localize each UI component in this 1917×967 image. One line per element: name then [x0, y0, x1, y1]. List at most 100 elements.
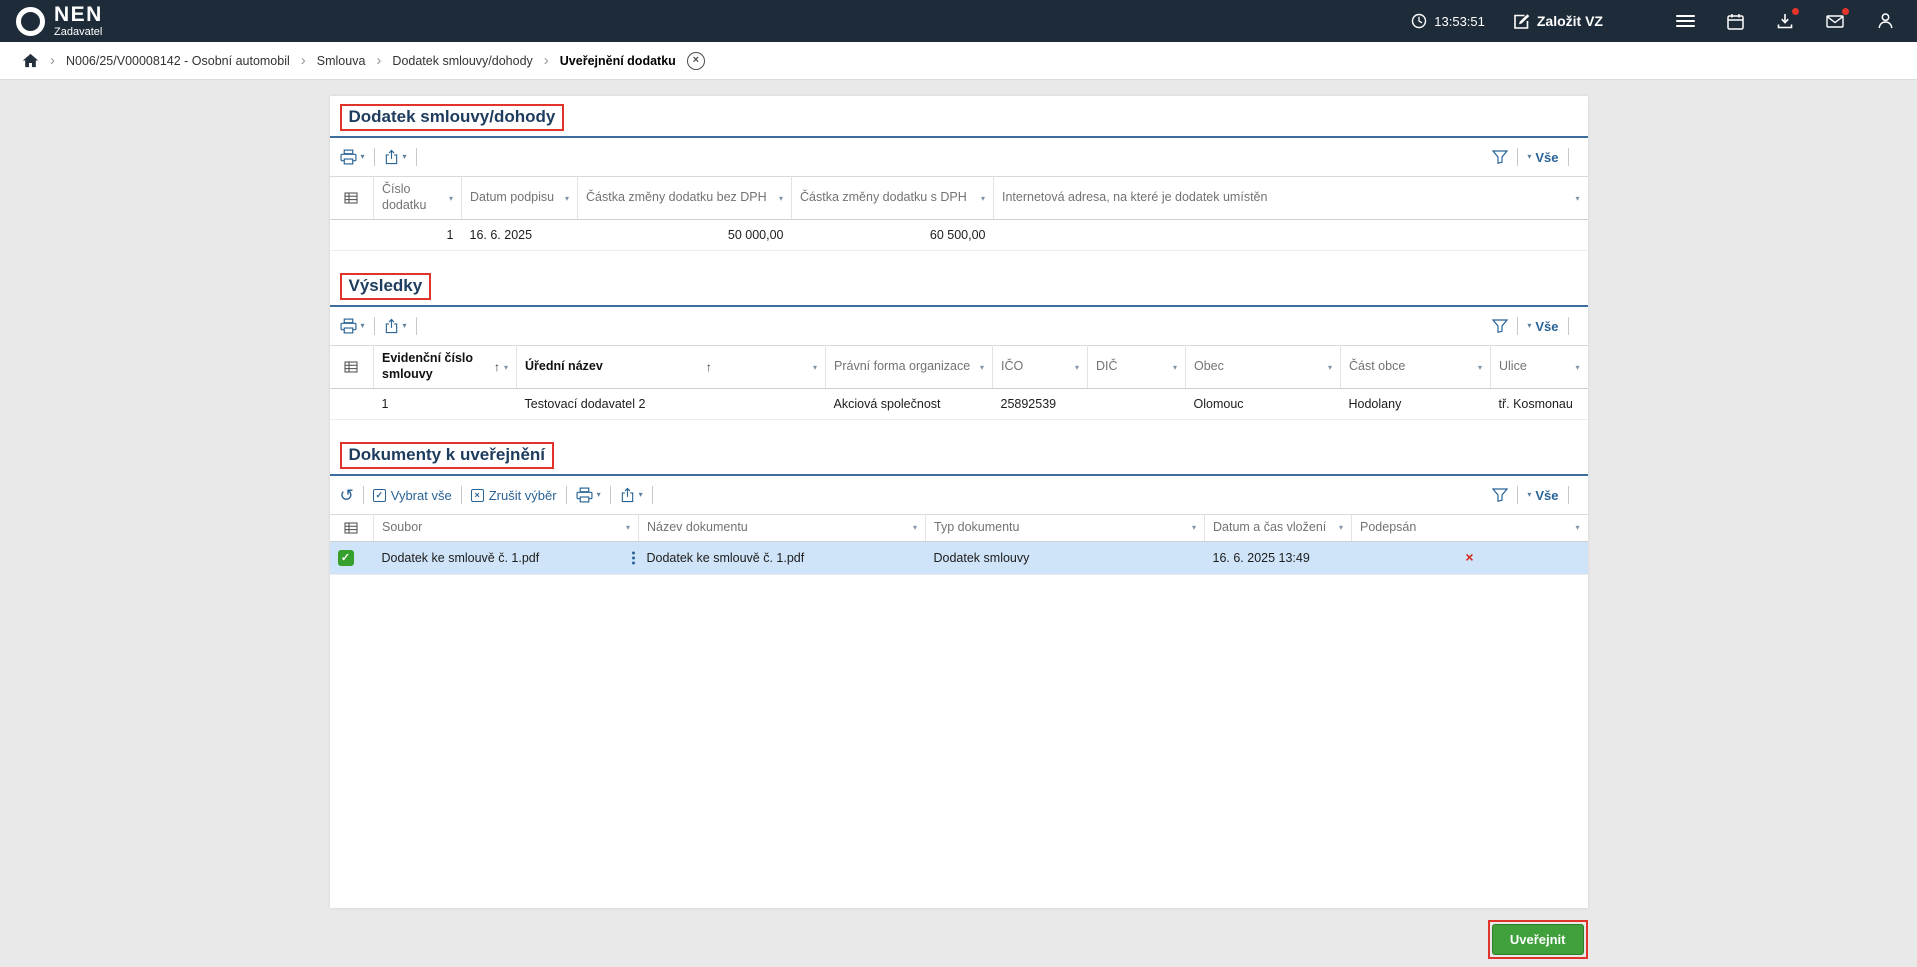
- highlight-box: Dodatek smlouvy/dohody: [340, 104, 565, 131]
- chevron-down-icon[interactable]: ▾: [403, 322, 407, 330]
- column-chooser[interactable]: [330, 515, 374, 542]
- filter-caret-icon[interactable]: ▾: [1192, 523, 1196, 532]
- view-all-label: Vše: [1535, 150, 1558, 165]
- column-header-internetova-adresa[interactable]: Internetová adresa, na které je dodatek …: [994, 177, 1588, 220]
- filter-caret-icon[interactable]: ▾: [626, 523, 630, 532]
- export-icon: [620, 487, 635, 503]
- column-chooser[interactable]: [330, 177, 374, 220]
- chevron-down-icon[interactable]: ▾: [403, 153, 407, 161]
- filter-button[interactable]: [1492, 488, 1508, 502]
- filter-caret-icon[interactable]: ▾: [1478, 363, 1482, 372]
- toolbar-separator: [416, 317, 417, 335]
- cell-internetova-adresa: [994, 220, 1588, 251]
- breadcrumb-item-dodatek[interactable]: Dodatek smlouvy/dohody: [392, 54, 532, 68]
- view-all-button[interactable]: ▾ Vše: [1527, 150, 1558, 165]
- print-button[interactable]: ▾: [340, 318, 365, 334]
- column-header-dic[interactable]: DIČ▾: [1088, 346, 1186, 389]
- breadcrumb-item-case[interactable]: N006/25/V00008142 - Osobní automobil: [66, 54, 290, 68]
- column-header-cast-obce[interactable]: Část obce▾: [1341, 346, 1491, 389]
- column-header-ulice[interactable]: Ulice▾: [1491, 346, 1588, 389]
- publish-button[interactable]: Uveřejnit: [1492, 924, 1584, 955]
- calendar-button[interactable]: [1723, 9, 1747, 33]
- dodatek-row[interactable]: 1 16. 6. 2025 50 000,00 60 500,00: [330, 220, 1588, 251]
- filter-caret-icon[interactable]: ▾: [779, 194, 783, 203]
- chevron-down-icon[interactable]: ▾: [597, 491, 601, 499]
- column-header-uredni-nazev[interactable]: Úřední název↑▾: [517, 346, 826, 389]
- filter-caret-icon[interactable]: ▾: [980, 363, 984, 372]
- print-button[interactable]: ▾: [576, 487, 601, 503]
- document-row[interactable]: ✓ Dodatek ke smlouvě č. 1.pdf Dodatek ke…: [330, 541, 1588, 574]
- chevron-down-icon[interactable]: ▾: [639, 491, 643, 499]
- filter-caret-icon[interactable]: ▾: [1075, 363, 1079, 372]
- filter-caret-icon[interactable]: ▾: [1173, 363, 1177, 372]
- column-header-nazev-dokumentu[interactable]: Název dokumentu▾: [639, 515, 926, 542]
- refresh-button[interactable]: ↺: [340, 487, 354, 504]
- column-header-cislo-dodatku[interactable]: Číslo dodatku▾: [374, 177, 462, 220]
- table-grid-icon: [344, 361, 358, 373]
- export-button[interactable]: ▾: [384, 149, 407, 165]
- column-header-soubor[interactable]: Soubor▾: [374, 515, 639, 542]
- filter-caret-icon[interactable]: ▾: [913, 523, 917, 532]
- downloads-button[interactable]: [1773, 9, 1797, 33]
- filter-caret-icon[interactable]: ▾: [1575, 363, 1579, 372]
- filter-caret-icon[interactable]: ▾: [1328, 363, 1332, 372]
- topbar-icon-group: [1673, 9, 1897, 33]
- toolbar-separator: [1517, 317, 1518, 335]
- export-button[interactable]: ▾: [620, 487, 643, 503]
- close-icon[interactable]: ×: [687, 52, 705, 70]
- highlight-box: Uveřejnit: [1488, 920, 1588, 959]
- menu-button[interactable]: [1673, 9, 1697, 33]
- column-header-datum-podpisu[interactable]: Datum podpisu▾: [462, 177, 578, 220]
- chevron-down-icon[interactable]: ▾: [361, 153, 365, 161]
- vysledky-row[interactable]: 1 Testovací dodavatel 2 Akciová společno…: [330, 389, 1588, 420]
- filter-button[interactable]: [1492, 150, 1508, 164]
- nen-logo[interactable]: NEN Zadavatel: [16, 4, 103, 38]
- row-checkbox-checked[interactable]: ✓: [338, 550, 354, 566]
- print-button[interactable]: ▾: [340, 149, 365, 165]
- dodatek-table: Číslo dodatku▾ Datum podpisu▾ Částka změ…: [330, 176, 1588, 251]
- filter-caret-icon[interactable]: ▾: [1575, 194, 1579, 203]
- messages-button[interactable]: [1823, 9, 1847, 33]
- export-button[interactable]: ▾: [384, 318, 407, 334]
- column-header-typ-dokumentu[interactable]: Typ dokumentu▾: [926, 515, 1205, 542]
- view-all-button[interactable]: ▾ Vše: [1527, 488, 1558, 503]
- breadcrumb-item-smlouva[interactable]: Smlouva: [317, 54, 366, 68]
- cell-soubor: Dodatek ke smlouvě č. 1.pdf: [382, 551, 540, 565]
- filter-caret-icon[interactable]: ▾: [1339, 523, 1343, 532]
- filter-caret-icon[interactable]: ▾: [449, 194, 453, 203]
- home-icon[interactable]: [22, 53, 39, 68]
- column-header-castka-bez-dph[interactable]: Částka změny dodatku bez DPH▾: [578, 177, 792, 220]
- section-title-dokumenty: Dokumenty k uveřejnění: [349, 445, 546, 464]
- column-header-pravni-forma[interactable]: Právní forma organizace▾: [826, 346, 993, 389]
- filter-caret-icon[interactable]: ▾: [1575, 523, 1579, 532]
- filter-caret-icon[interactable]: ▾: [813, 363, 817, 372]
- user-button[interactable]: [1873, 9, 1897, 33]
- column-chooser[interactable]: [330, 346, 374, 389]
- filter-caret-icon[interactable]: ▾: [504, 363, 508, 372]
- select-all-button[interactable]: ✓ Vybrat vše: [373, 488, 452, 503]
- column-header-datum-vlozeni[interactable]: Datum a čas vložení▾: [1205, 515, 1352, 542]
- toolbar-separator: [363, 486, 364, 504]
- column-header-evidencni-cislo[interactable]: Evidenční číslo smlouvy↑▾: [374, 346, 517, 389]
- column-header-podepsan[interactable]: Podepsán▾: [1352, 515, 1588, 542]
- vysledky-toolbar: ▾ ▾ ▾ Vše: [330, 307, 1588, 345]
- downloads-badge: [1792, 8, 1799, 15]
- filter-button[interactable]: [1492, 319, 1508, 333]
- view-all-button[interactable]: ▾ Vše: [1527, 319, 1558, 334]
- cell-cislo-dodatku: 1: [374, 220, 462, 251]
- chevron-down-icon[interactable]: ▾: [361, 322, 365, 330]
- create-vz-button[interactable]: Založit VZ: [1513, 13, 1603, 30]
- dokumenty-toolbar: ↺ ✓ Vybrat vše × Zrušit výběr ▾: [330, 476, 1588, 514]
- cell-nazev-dokumentu: Dodatek ke smlouvě č. 1.pdf: [639, 541, 926, 574]
- cell-datum-vlozeni: 16. 6. 2025 13:49: [1205, 541, 1352, 574]
- highlight-box: Dokumenty k uveřejnění: [340, 442, 555, 469]
- filter-caret-icon[interactable]: ▾: [565, 194, 569, 203]
- column-header-ico[interactable]: IČO▾: [993, 346, 1088, 389]
- column-header-castka-s-dph[interactable]: Částka změny dodatku s DPH▾: [792, 177, 994, 220]
- row-menu-icon[interactable]: [632, 551, 635, 564]
- clear-selection-button[interactable]: × Zrušit výběr: [471, 488, 557, 503]
- column-header-obec[interactable]: Obec▾: [1186, 346, 1341, 389]
- printer-icon: [576, 487, 593, 503]
- table-grid-icon: [344, 192, 358, 204]
- filter-caret-icon[interactable]: ▾: [981, 194, 985, 203]
